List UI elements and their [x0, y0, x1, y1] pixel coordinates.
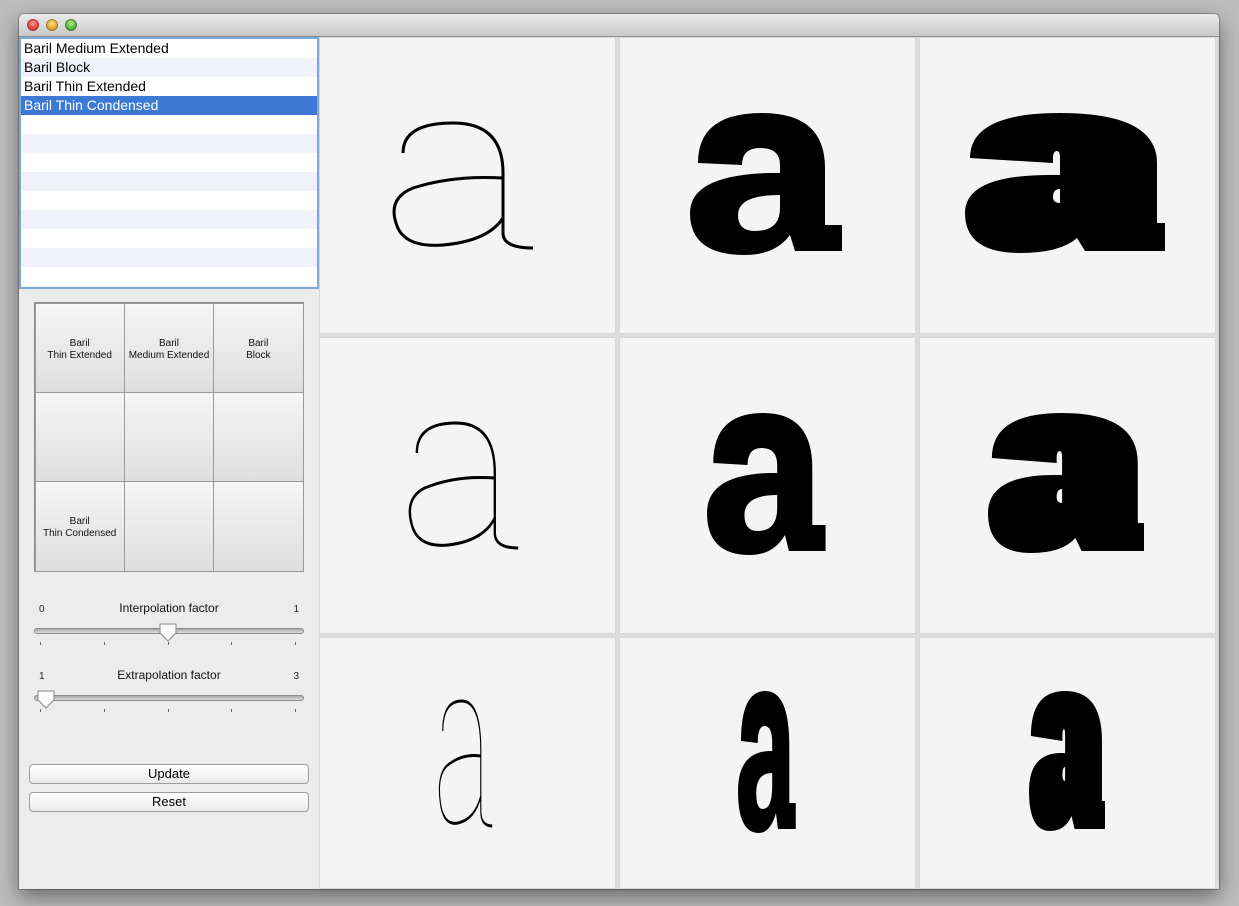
master-cell[interactable] — [123, 391, 215, 483]
font-list-item[interactable]: Baril Block — [21, 58, 317, 77]
title-bar[interactable] — [19, 14, 1219, 37]
font-list-empty-row — [21, 210, 317, 229]
update-button[interactable]: Update — [29, 764, 309, 784]
master-cell-line2: Medium Extended — [128, 349, 210, 361]
glyph-cell — [319, 637, 616, 889]
reset-button[interactable]: Reset — [29, 792, 309, 812]
glyph-cell — [619, 37, 916, 334]
zoom-icon[interactable] — [65, 19, 77, 31]
font-list[interactable]: Baril Medium Extended Baril Block Baril … — [19, 37, 319, 289]
extrapolation-label: Extrapolation factor — [117, 668, 221, 682]
glyph-block-normal — [987, 413, 1144, 553]
font-list-empty-row — [21, 153, 317, 172]
master-cell[interactable]: Baril Thin Extended — [34, 302, 125, 393]
master-cell[interactable] — [34, 391, 125, 483]
extrapolation-ticks — [40, 709, 296, 713]
interpolation-max-label: 1 — [293, 604, 299, 615]
glyph-cell — [619, 637, 916, 889]
extrapolation-track[interactable] — [34, 695, 304, 701]
interpolation-thumb[interactable] — [157, 622, 179, 642]
app-window: Baril Medium Extended Baril Block Baril … — [19, 14, 1219, 889]
font-list-empty-row — [21, 286, 317, 287]
master-cell-line1: Baril — [158, 337, 179, 349]
master-cell-line2: Block — [246, 349, 271, 361]
master-cell[interactable] — [213, 391, 304, 483]
interpolation-label: Interpolation factor — [119, 601, 219, 615]
glyph-medium-condensed — [738, 690, 796, 833]
sidebar: Baril Medium Extended Baril Block Baril … — [19, 37, 319, 889]
interpolation-slider: 0 Interpolation factor 1 — [34, 601, 304, 664]
font-list-empty-row — [21, 134, 317, 153]
master-cell[interactable]: Baril Block — [213, 302, 304, 393]
master-cell[interactable] — [123, 481, 215, 572]
master-cell-line1: Baril — [248, 337, 269, 349]
close-icon[interactable] — [27, 19, 39, 31]
glyph-thin-normal — [408, 421, 519, 550]
font-list-item[interactable]: Baril Thin Extended — [21, 77, 317, 96]
glyph-cell — [919, 337, 1216, 634]
extrapolation-max-label: 3 — [293, 671, 299, 682]
minimize-icon[interactable] — [46, 19, 58, 31]
font-list-item[interactable]: Baril Medium Extended — [21, 39, 317, 58]
interpolation-ticks — [40, 642, 296, 646]
master-cell-line2: Thin Condensed — [42, 528, 117, 540]
extrapolation-slider: 1 Extrapolation factor 3 — [34, 668, 304, 731]
glyph-medium-extended — [690, 113, 842, 255]
font-list-empty-row — [21, 248, 317, 267]
glyph-thin-condensed — [438, 698, 493, 827]
glyph-preview-grid — [319, 37, 1219, 889]
glyph-cell — [919, 637, 1216, 889]
master-cell[interactable]: Baril Medium Extended — [123, 302, 215, 393]
glyph-block-condensed — [1028, 690, 1105, 831]
extrapolation-thumb[interactable] — [35, 689, 57, 709]
font-list-item-selected[interactable]: Baril Thin Condensed — [21, 96, 317, 115]
glyph-cell — [319, 37, 616, 334]
glyph-cell — [919, 37, 1216, 334]
glyph-cell — [619, 337, 916, 634]
master-grid: Baril Thin Extended Baril Medium Extended … — [34, 302, 304, 572]
font-list-empty-row — [21, 172, 317, 191]
master-cell-line2: Thin Extended — [47, 349, 112, 361]
master-cell-line1: Baril — [69, 516, 90, 528]
glyph-thin-extended — [392, 121, 533, 250]
glyph-medium-normal — [707, 413, 826, 555]
font-list-empty-row — [21, 115, 317, 134]
master-cell[interactable]: Baril Thin Condensed — [34, 481, 125, 572]
master-cell[interactable] — [213, 481, 304, 572]
font-list-empty-row — [21, 229, 317, 248]
glyph-block-extended — [965, 113, 1165, 253]
font-list-empty-row — [21, 191, 317, 210]
font-list-empty-row — [21, 267, 317, 286]
master-cell-line1: Baril — [69, 337, 90, 349]
glyph-cell — [319, 337, 616, 634]
